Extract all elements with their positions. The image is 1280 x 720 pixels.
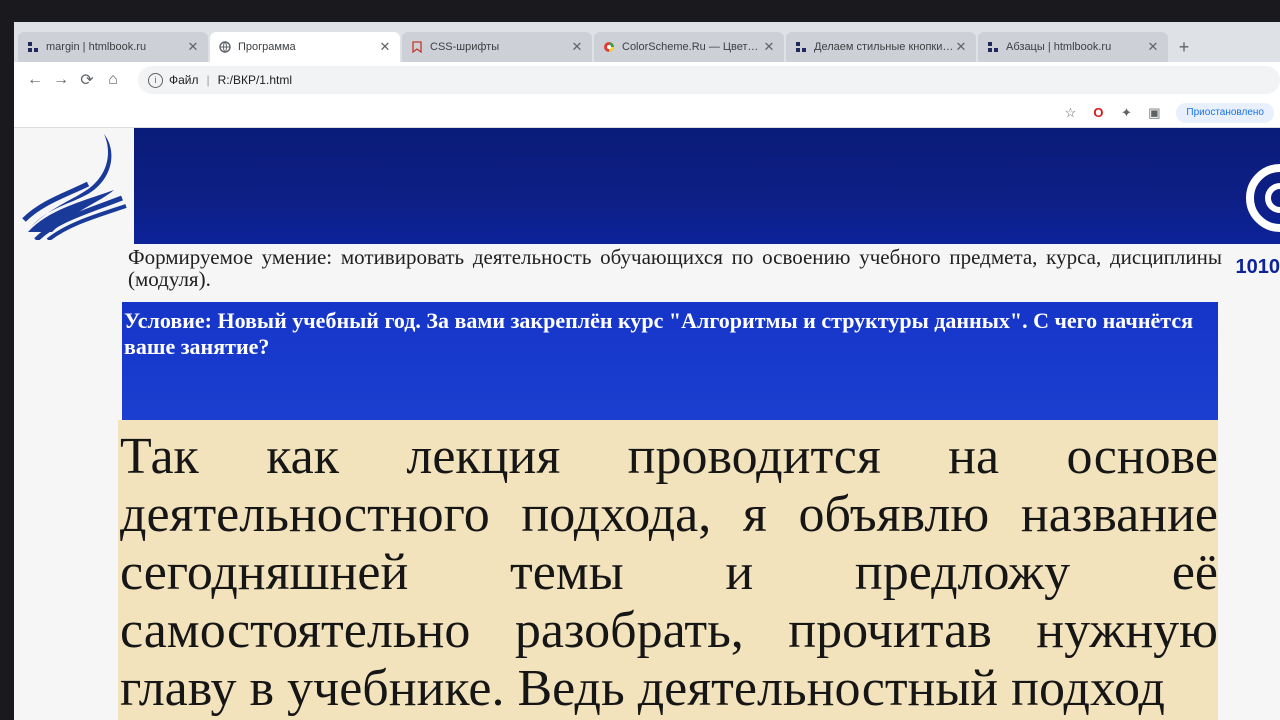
logo-icon	[22, 134, 127, 240]
lecture-text: Так как лекция проводится на основе деят…	[118, 420, 1218, 720]
condition-block: Условие: Новый учебный год. За вами закр…	[122, 302, 1218, 422]
tab-buttons[interactable]: Делаем стильные кнопки | htmlbook.ru ✕	[786, 32, 976, 62]
address-scheme: Файл	[169, 73, 199, 87]
close-icon[interactable]: ✕	[378, 39, 392, 55]
close-icon[interactable]: ✕	[954, 39, 968, 55]
htmlbook-icon	[794, 41, 807, 54]
tab-programma[interactable]: Программа ✕	[210, 32, 400, 62]
address-separator: |	[206, 73, 210, 87]
bookmark-icon	[410, 41, 423, 54]
colorwheel-icon	[602, 41, 615, 54]
browser-window: margin | htmlbook.ru ✕ Программа ✕ CSS-ш…	[14, 22, 1280, 720]
tab-paragraphs[interactable]: Абзацы | htmlbook.ru ✕	[978, 32, 1168, 62]
tab-strip: margin | htmlbook.ru ✕ Программа ✕ CSS-ш…	[14, 22, 1280, 62]
tab-title: margin | htmlbook.ru	[46, 41, 147, 53]
skill-text: Формируемое умение: мотивировать деятель…	[128, 245, 1222, 291]
forward-icon[interactable]: →	[48, 67, 74, 93]
globe-icon	[218, 41, 231, 54]
header-banner	[134, 128, 1280, 244]
tab-css-fonts[interactable]: CSS-шрифты ✕	[402, 32, 592, 62]
close-icon[interactable]: ✕	[570, 39, 584, 55]
home-icon[interactable]: ⌂	[100, 67, 126, 93]
star-icon[interactable]: ☆	[1060, 103, 1080, 123]
toolbar: ← → ⟳ ⌂ i Файл | R:/ВКР/1.html	[14, 62, 1280, 98]
info-icon[interactable]: i	[148, 72, 163, 88]
reader-icon[interactable]: ▣	[1144, 103, 1164, 123]
address-bar[interactable]: i Файл | R:/ВКР/1.html	[138, 66, 1280, 94]
tab-title: Делаем стильные кнопки | htmlbook.ru	[814, 41, 954, 53]
opera-icon[interactable]: O	[1088, 103, 1108, 123]
brand-number: 1010	[1235, 256, 1280, 278]
at-sign-icon	[1246, 164, 1280, 232]
tab-colorscheme[interactable]: ColorScheme.Ru — Цветовой ✕	[594, 32, 784, 62]
htmlbook-icon	[26, 41, 39, 54]
tab-margin[interactable]: margin | htmlbook.ru ✕	[18, 32, 208, 62]
htmlbook-icon	[986, 41, 999, 54]
extensions-bar: ☆ O ✦ ▣ Приостановлено	[14, 98, 1280, 128]
reload-icon[interactable]: ⟳	[74, 67, 100, 93]
tab-title: Абзацы | htmlbook.ru	[1006, 41, 1112, 53]
profile-button[interactable]: Приостановлено	[1176, 102, 1274, 123]
close-icon[interactable]: ✕	[1146, 39, 1160, 55]
tab-title: Программа	[238, 41, 296, 53]
tab-title: CSS-шрифты	[430, 41, 500, 53]
tab-title: ColorScheme.Ru — Цветовой	[622, 41, 762, 53]
address-path: R:/ВКР/1.html	[217, 73, 292, 87]
back-icon[interactable]: ←	[22, 67, 48, 93]
close-icon[interactable]: ✕	[186, 39, 200, 55]
close-icon[interactable]: ✕	[762, 39, 776, 55]
extension-icon[interactable]: ✦	[1116, 103, 1136, 123]
new-tab-button[interactable]: +	[1170, 32, 1198, 62]
page-content: 1010 Формируемое умение: мотивировать де…	[14, 128, 1280, 720]
